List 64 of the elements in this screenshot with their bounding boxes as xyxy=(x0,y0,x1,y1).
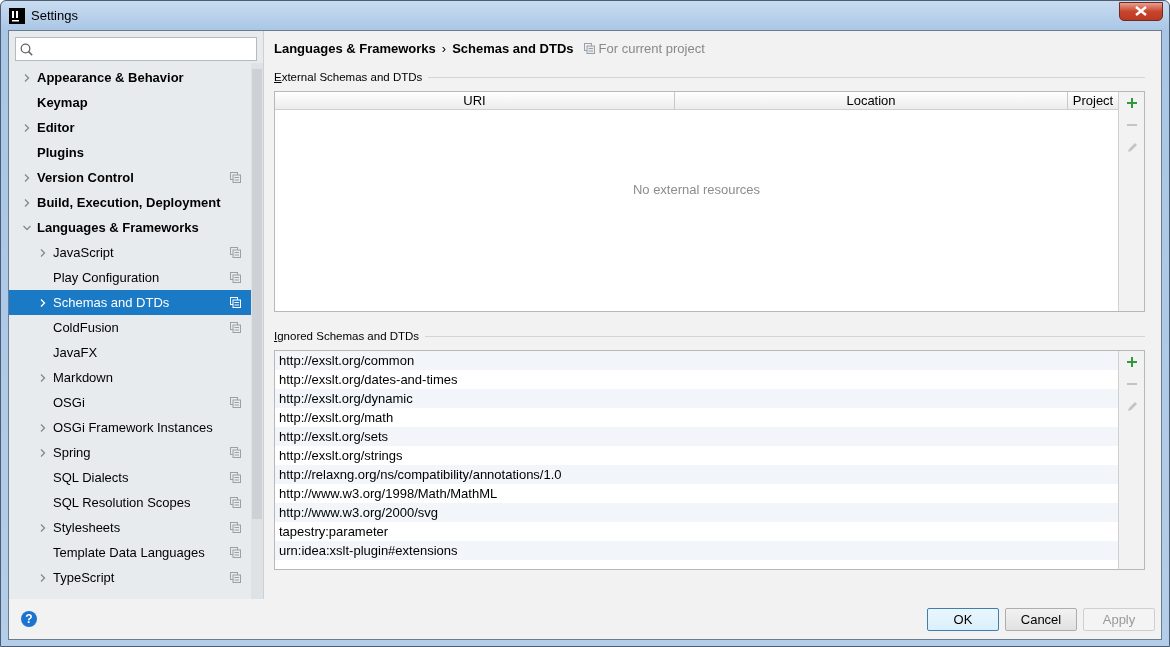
chevron-right-icon[interactable] xyxy=(39,448,47,457)
list-item[interactable]: urn:idea:xslt-plugin#extensions xyxy=(275,541,1118,560)
list-item[interactable]: http://exslt.org/dynamic xyxy=(275,389,1118,408)
tree-item[interactable]: Schemas and DTDs xyxy=(9,290,251,315)
app-icon xyxy=(9,7,25,24)
chevron-right-icon[interactable] xyxy=(23,123,31,132)
chevron-right-icon[interactable] xyxy=(39,573,47,582)
copy-icon xyxy=(583,42,595,54)
chevron-right-icon[interactable] xyxy=(39,523,47,532)
tree-item[interactable]: OSGi Framework Instances xyxy=(9,415,251,440)
close-icon xyxy=(1135,6,1147,16)
help-button[interactable]: ? xyxy=(21,611,37,627)
tree-item[interactable]: ColdFusion xyxy=(9,315,251,340)
column-header[interactable]: URI xyxy=(275,92,675,109)
empty-message: No external resources xyxy=(632,182,761,197)
tree-item[interactable]: Keymap xyxy=(9,90,251,115)
tree-item[interactable]: Spring xyxy=(9,440,251,465)
tree-item[interactable]: JavaFX xyxy=(9,340,251,365)
close-button[interactable] xyxy=(1119,1,1163,21)
chevron-right-icon[interactable] xyxy=(39,423,47,432)
search-field[interactable] xyxy=(15,37,257,61)
list-item[interactable]: http://relaxng.org/ns/compatibility/annotations/1.0 xyxy=(275,465,1118,484)
list-item[interactable]: http://www.w3.org/1998/Math/MathML xyxy=(275,484,1118,503)
tree-item[interactable]: Plugins xyxy=(9,140,251,165)
tree-item[interactable]: OSGi xyxy=(9,390,251,415)
tree-item[interactable]: Version Control xyxy=(9,165,251,190)
breadcrumb-separator: › xyxy=(441,40,447,56)
list-item[interactable]: http://exslt.org/common xyxy=(275,351,1118,370)
chevron-right-icon[interactable] xyxy=(23,198,31,207)
list-item[interactable]: http://exslt.org/strings xyxy=(275,446,1118,465)
window-title: Settings xyxy=(31,8,78,23)
chevron-right-icon[interactable] xyxy=(23,173,31,182)
tree-item[interactable]: Play Configuration xyxy=(9,265,251,290)
list-item[interactable]: http://exslt.org/sets xyxy=(275,427,1118,446)
tree-item[interactable]: Editor xyxy=(9,115,251,140)
chevron-right-icon[interactable] xyxy=(39,373,47,382)
list-item[interactable]: http://exslt.org/dates-and-times xyxy=(275,370,1118,389)
column-header[interactable]: Project xyxy=(1068,92,1118,109)
section-title: Ignored Schemas and DTDs xyxy=(274,330,420,342)
list-item[interactable]: http://www.w3.org/2000/svg xyxy=(275,503,1118,522)
tree-item[interactable]: Build, Execution, Deployment xyxy=(9,190,251,215)
chevron-right-icon[interactable] xyxy=(23,73,31,82)
list-item[interactable]: tapestry:parameter xyxy=(275,522,1118,541)
tree-item[interactable]: Stylesheets xyxy=(9,515,251,540)
tree-item[interactable]: JavaScript xyxy=(9,240,251,265)
section-title: External Schemas and DTDs xyxy=(274,71,423,83)
tree-item[interactable]: Appearance & Behavior xyxy=(9,65,251,90)
search-icon xyxy=(20,42,33,56)
dialog-button[interactable]: Cancel xyxy=(1005,607,1077,631)
tree-item[interactable]: Languages & Frameworks xyxy=(9,215,251,240)
tree-item[interactable]: SQL Resolution Scopes xyxy=(9,490,251,515)
tree-item[interactable]: SQL Dialects xyxy=(9,465,251,490)
breadcrumb-item[interactable]: Languages & Frameworks xyxy=(274,40,436,56)
scope-label: For current project xyxy=(598,40,705,56)
tree-item[interactable]: Template Data Languages xyxy=(9,540,251,565)
breadcrumb-item[interactable]: Schemas and DTDs xyxy=(452,40,574,56)
column-header[interactable]: Location xyxy=(675,92,1068,109)
tree-item[interactable]: Markdown xyxy=(9,365,251,390)
chevron-down-icon[interactable] xyxy=(23,223,31,232)
dialog-button[interactable]: OK xyxy=(927,607,999,631)
chevron-right-icon[interactable] xyxy=(39,248,47,257)
list-item[interactable]: http://exslt.org/math xyxy=(275,408,1118,427)
tree-item[interactable]: TypeScript xyxy=(9,565,251,590)
scrollbar[interactable] xyxy=(251,63,263,599)
